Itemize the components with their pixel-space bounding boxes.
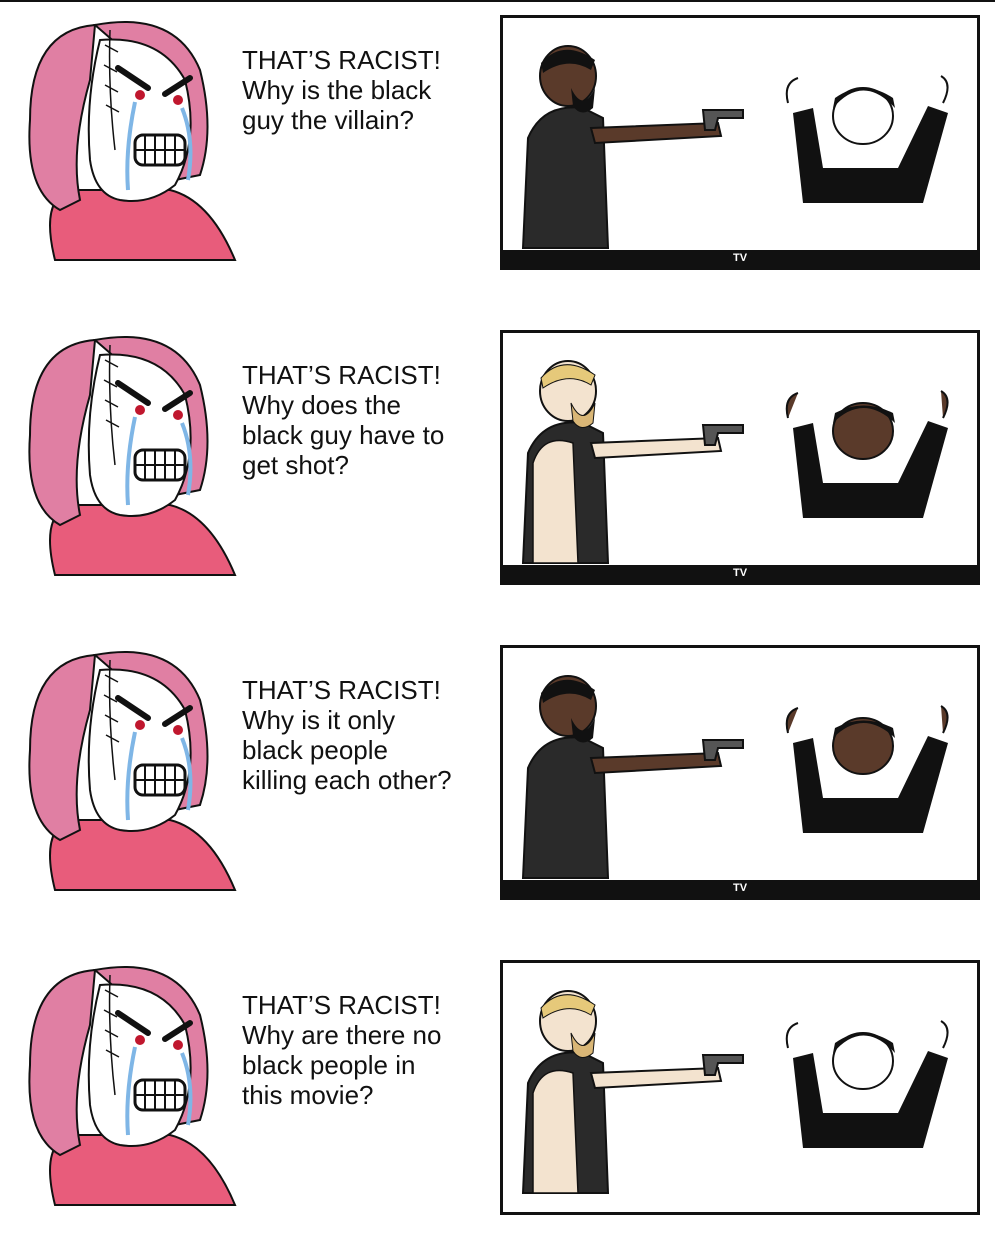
tv-scene xyxy=(521,675,949,879)
crying-wojak-icon xyxy=(28,336,237,576)
tv-label: TV xyxy=(503,880,977,897)
tv-screen-frame xyxy=(500,960,980,1215)
caption-text: THAT’S RACIST! Why is the black guy the … xyxy=(242,45,494,135)
caption-line: black people in xyxy=(242,1050,416,1080)
shooter-figure-icon xyxy=(521,45,744,249)
crying-wojak-icon xyxy=(28,651,237,891)
tv-label: TV xyxy=(503,250,977,267)
shooter-figure-icon xyxy=(521,675,744,879)
caption-line: THAT’S RACIST! xyxy=(242,675,441,705)
caption-line: black people xyxy=(242,735,388,765)
tv-screen-frame: TV xyxy=(500,645,980,900)
caption-text: THAT’S RACIST! Why does the black guy ha… xyxy=(242,360,494,480)
caption-line: this movie? xyxy=(242,1080,374,1110)
caption-line: killing each other? xyxy=(242,765,452,795)
meme-comic: THAT’S RACIST! Why is the black guy the … xyxy=(0,0,995,1215)
tv-scene xyxy=(521,990,949,1194)
caption-line: THAT’S RACIST! xyxy=(242,360,441,390)
caption-line: Why are there no xyxy=(242,1020,442,1050)
tv-scene xyxy=(521,45,949,249)
target-figure-icon xyxy=(785,75,949,203)
caption-line: THAT’S RACIST! xyxy=(242,990,441,1020)
shooter-figure-icon xyxy=(521,990,744,1194)
caption-line: get shot? xyxy=(242,450,349,480)
caption-line: Why is it only xyxy=(242,705,396,735)
crying-wojak-icon xyxy=(28,966,237,1206)
panel-2: THAT’S RACIST! Why does the black guy ha… xyxy=(0,315,995,615)
caption-text: THAT’S RACIST! Why is it only black peop… xyxy=(242,675,494,795)
tv-screen-frame: TV xyxy=(500,15,980,270)
caption-text: THAT’S RACIST! Why are there no black pe… xyxy=(242,990,494,1110)
crying-wojak-icon xyxy=(28,21,237,261)
caption-line: THAT’S RACIST! xyxy=(242,45,441,75)
panel-3: THAT’S RACIST! Why is it only black peop… xyxy=(0,630,995,930)
caption-line: Why is the black xyxy=(242,75,432,105)
target-figure-icon xyxy=(785,705,949,833)
target-figure-icon xyxy=(785,390,949,518)
tv-label: TV xyxy=(503,565,977,582)
caption-line: Why does the xyxy=(242,390,401,420)
shooter-figure-icon xyxy=(521,360,744,564)
caption-line: guy the villain? xyxy=(242,105,414,135)
target-figure-icon xyxy=(785,1020,949,1148)
tv-screen-frame: TV xyxy=(500,330,980,585)
caption-line: black guy have to xyxy=(242,420,445,450)
panel-1: THAT’S RACIST! Why is the black guy the … xyxy=(0,0,995,300)
tv-scene xyxy=(521,360,949,564)
panel-4: THAT’S RACIST! Why are there no black pe… xyxy=(0,945,995,1245)
